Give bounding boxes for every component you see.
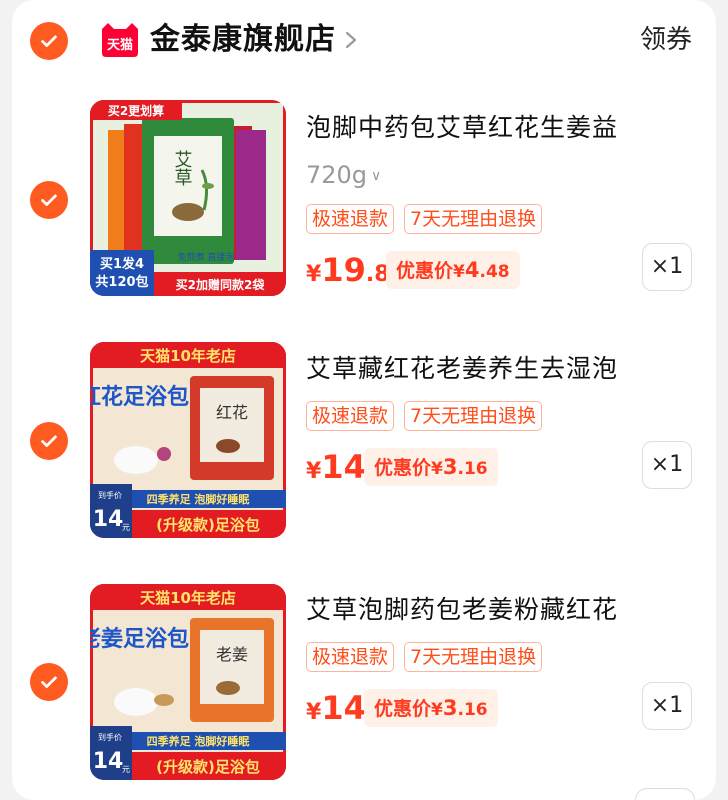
- svg-text:免煎煮 直接泡: 免煎煮 直接泡: [178, 251, 235, 263]
- store-name[interactable]: 金泰康旗舰店: [150, 18, 336, 62]
- svg-text:红花: 红花: [216, 403, 248, 422]
- promo-label: 优惠价: [396, 260, 454, 282]
- tag-fast-refund: 极速退款: [306, 204, 395, 234]
- svg-text:天猫: 天猫: [107, 37, 133, 53]
- promo-int: 3: [442, 455, 458, 479]
- promo-label: 优惠价: [374, 457, 432, 479]
- svg-text:买1发4: 买1发4: [100, 256, 144, 272]
- svg-text:天猫10年老店: 天猫10年老店: [140, 589, 236, 607]
- price: ¥14: [306, 447, 366, 493]
- price-currency: ¥: [306, 262, 322, 287]
- svg-text:到手价: 到手价: [98, 732, 122, 742]
- price-int: 14: [321, 448, 366, 486]
- chevron-right-icon[interactable]: [344, 30, 358, 50]
- price-int: 19: [321, 251, 366, 289]
- product-image[interactable]: 天猫10年老店 红花足浴包 红花 四季养足 泡脚好睡眠 到手价 14 元 (升级…: [90, 342, 286, 538]
- svg-text:元: 元: [122, 523, 130, 532]
- checkmark-icon: [41, 35, 57, 47]
- product-title[interactable]: 艾草泡脚药包老姜粉藏红花: [306, 592, 618, 628]
- chevron-down-icon: ∨: [371, 168, 382, 184]
- promo-dec: .48: [479, 262, 510, 282]
- tag-fast-refund: 极速退款: [306, 401, 395, 431]
- promo-dec: .16: [457, 459, 488, 479]
- item-select-checkbox[interactable]: [30, 663, 68, 701]
- promo-dec: .16: [457, 700, 488, 720]
- tag-7day-return: 7天无理由退换: [404, 204, 543, 234]
- store-select-checkbox[interactable]: [30, 22, 68, 60]
- product-title[interactable]: 艾草藏红花老姜养生去湿泡: [306, 351, 618, 387]
- price-currency: ¥: [306, 700, 322, 725]
- price-int: 14: [321, 689, 366, 727]
- svg-text:14: 14: [93, 749, 124, 774]
- sku-selector[interactable]: 720g ∨: [306, 158, 381, 193]
- sku-value: 720g: [306, 161, 368, 189]
- promo-int: 3: [442, 696, 458, 720]
- quantity-stepper[interactable]: ×1: [642, 243, 692, 291]
- tag-7day-return: 7天无理由退换: [404, 401, 543, 431]
- svg-text:天猫10年老店: 天猫10年老店: [140, 347, 236, 365]
- promo-currency: ¥: [431, 700, 443, 720]
- promo-int: 4: [464, 258, 480, 282]
- tag-fast-refund: 极速退款: [306, 642, 395, 672]
- product-image[interactable]: 天猫10年老店 老姜足浴包 老姜 四季养足 泡脚好睡眠 到手价 14 元 (升级…: [90, 584, 286, 780]
- checkmark-icon: [41, 194, 57, 206]
- svg-text:老姜: 老姜: [216, 645, 248, 664]
- svg-text:买2加赠同款2袋: 买2加赠同款2袋: [176, 277, 266, 292]
- promo-price-badge: 优惠价¥3.16: [364, 689, 498, 727]
- svg-text:艾草: 艾草: [172, 150, 193, 186]
- get-coupon-button[interactable]: 领券: [640, 20, 692, 60]
- svg-text:到手价: 到手价: [98, 490, 122, 500]
- quantity-stepper[interactable]: ×1: [642, 682, 692, 730]
- promo-price-badge: 优惠价¥3.16: [364, 448, 498, 486]
- item-select-checkbox[interactable]: [30, 181, 68, 219]
- tmall-logo-icon: 天猫: [100, 23, 140, 57]
- item-select-checkbox[interactable]: [30, 422, 68, 460]
- svg-text:共120包: 共120包: [95, 274, 148, 290]
- next-item-edge: [635, 788, 695, 800]
- price: ¥19.8: [306, 250, 390, 296]
- price: ¥14: [306, 688, 366, 734]
- svg-text:元: 元: [122, 765, 130, 774]
- promo-label: 优惠价: [374, 698, 432, 720]
- promo-currency: ¥: [453, 262, 465, 282]
- promo-price-badge: 优惠价¥4.48: [386, 251, 520, 289]
- svg-text:买2更划算: 买2更划算: [108, 103, 164, 118]
- svg-text:(升级款)足浴包: (升级款)足浴包: [156, 758, 260, 776]
- promo-currency: ¥: [431, 459, 443, 479]
- tag-7day-return: 7天无理由退换: [404, 642, 543, 672]
- product-image[interactable]: 买2更划算 艾草 买1发4 共120包 免煎煮 直接泡 买2加赠同款2袋: [90, 100, 286, 296]
- svg-text:四季养足 泡脚好睡眠: 四季养足 泡脚好睡眠: [147, 492, 250, 506]
- product-title[interactable]: 泡脚中药包艾草红花生姜益: [306, 110, 618, 146]
- svg-text:红花足浴包: 红花足浴包: [90, 384, 189, 410]
- quantity-stepper[interactable]: ×1: [642, 441, 692, 489]
- svg-text:14: 14: [93, 507, 124, 532]
- svg-text:(升级款)足浴包: (升级款)足浴包: [156, 516, 260, 534]
- price-currency: ¥: [306, 459, 322, 484]
- checkmark-icon: [41, 435, 57, 447]
- checkmark-icon: [41, 676, 57, 688]
- svg-text:老姜足浴包: 老姜足浴包: [90, 626, 189, 652]
- svg-text:四季养足 泡脚好睡眠: 四季养足 泡脚好睡眠: [147, 734, 250, 748]
